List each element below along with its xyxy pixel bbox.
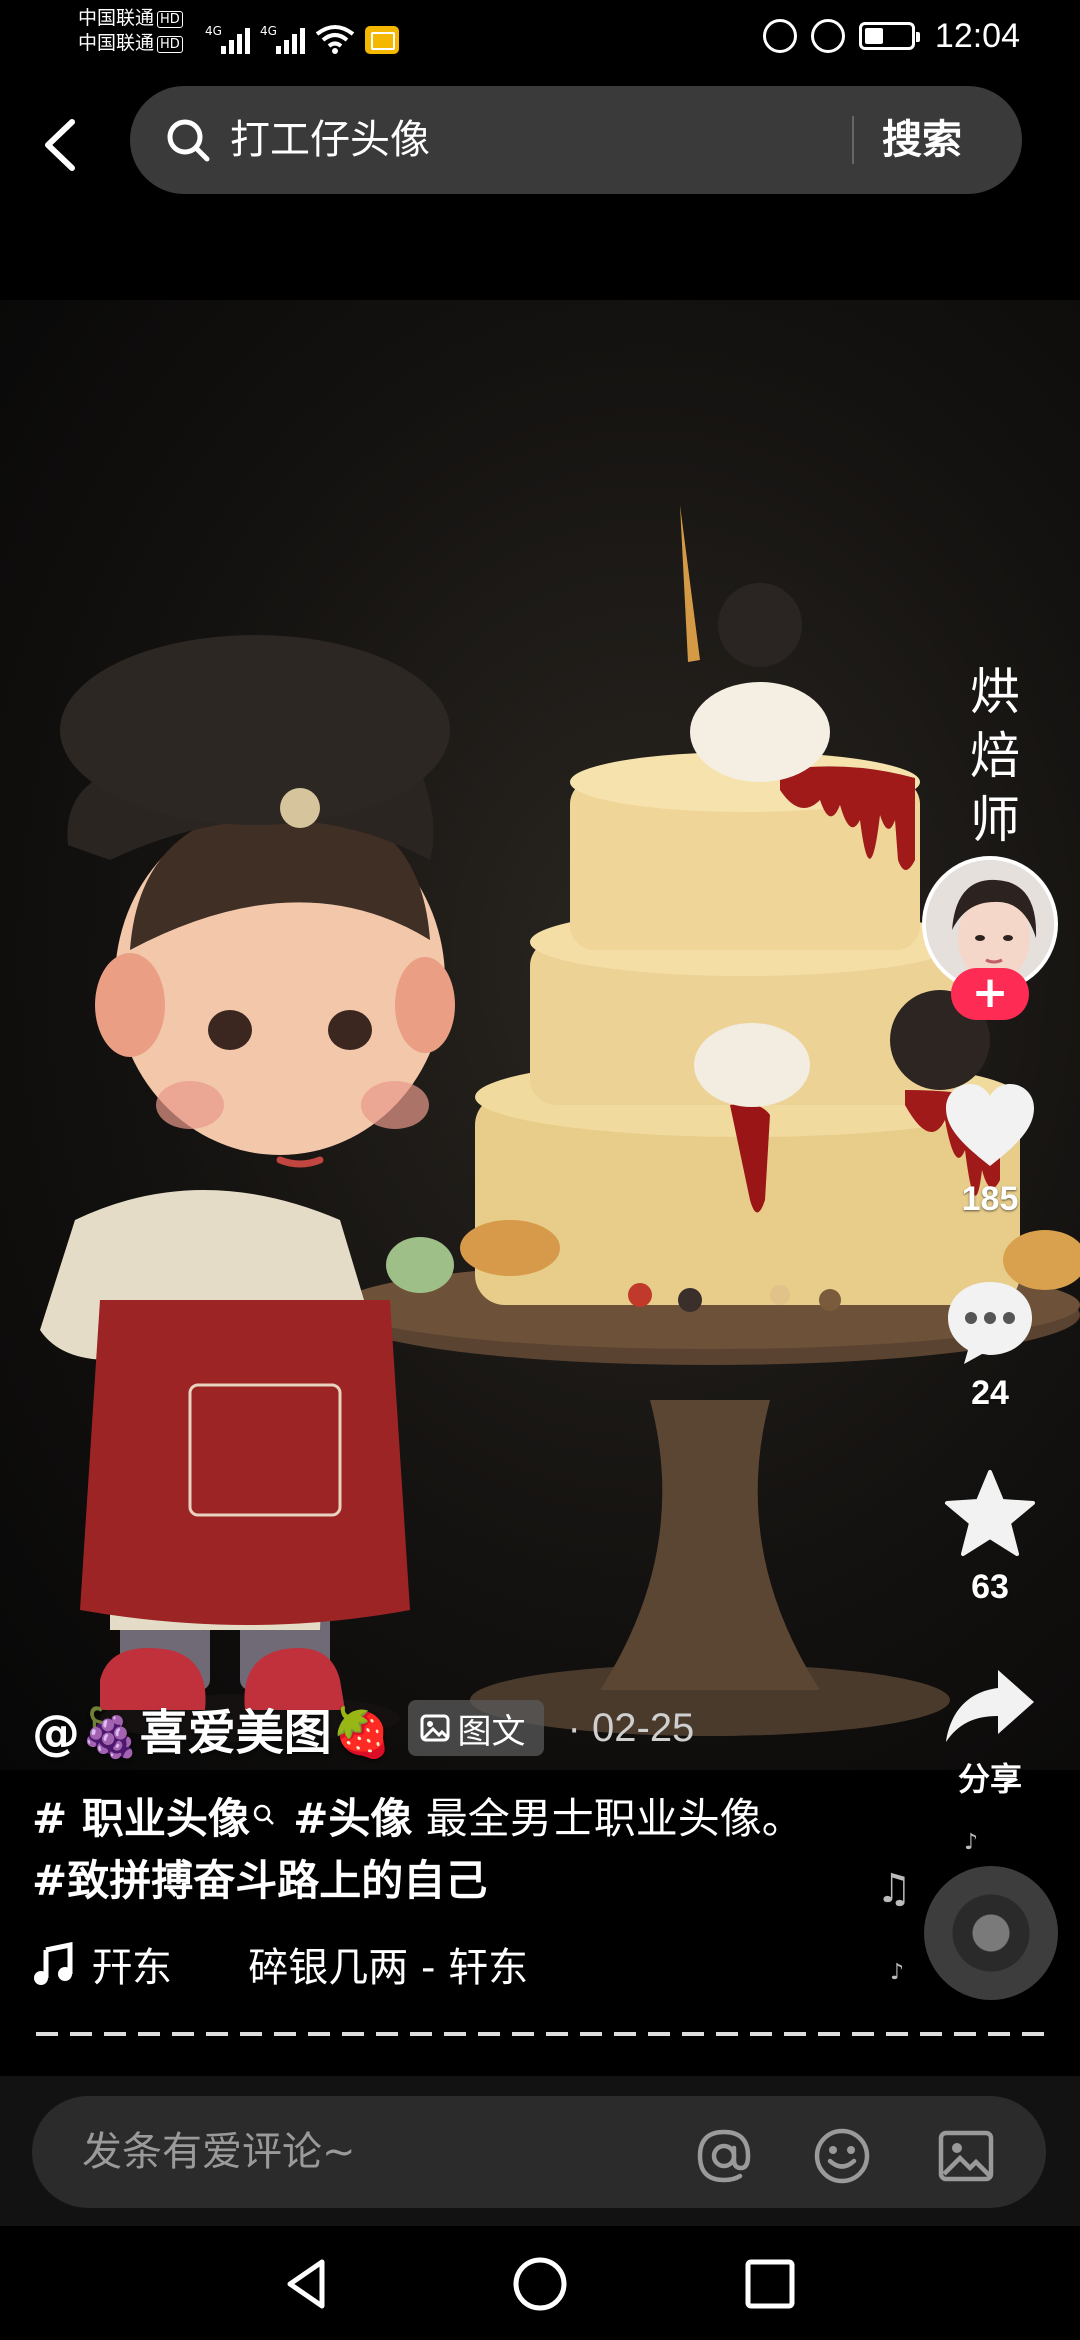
follow-button[interactable]: + — [951, 968, 1029, 1020]
alarm-icon — [810, 19, 845, 53]
image-icon — [420, 1714, 450, 1742]
back-button[interactable] — [30, 110, 90, 180]
image-icon[interactable] — [936, 2126, 996, 2186]
image-progress-indicator — [36, 2032, 1044, 2036]
post-type-badge: 图文 — [407, 1700, 544, 1756]
comment-placeholder: 发条有爱评论~ — [82, 2129, 356, 2175]
share-icon — [946, 1670, 1034, 1742]
favorite-button[interactable]: 63 — [930, 1468, 1050, 1607]
post-type-label: 图文 — [457, 1711, 526, 1752]
music-title: 幵东 碎银几两 - 轩东 — [92, 1945, 529, 1991]
share-button[interactable]: 分享 — [930, 1666, 1050, 1800]
music-note-icon: ♪ — [890, 1960, 905, 1985]
post-image[interactable]: 烘焙师 — [0, 300, 1080, 1770]
mail-notification-icon — [365, 26, 399, 54]
music-disc[interactable] — [924, 1866, 1058, 2000]
search-button[interactable]: 搜索 — [882, 112, 962, 168]
carrier-name-2: 中国联通 — [78, 32, 155, 54]
search-icon — [253, 1804, 274, 1825]
comment-bar: 发条有爱评论~ — [0, 2076, 1080, 2226]
music-note-icon: ♫ — [876, 1866, 912, 1912]
author-name[interactable]: @🍇喜爱美图🍓 — [32, 1693, 392, 1763]
music-line[interactable]: 幵东 碎银几两 - 轩东 — [32, 1934, 592, 1994]
back-arrow-icon — [45, 119, 75, 171]
share-label: 分享 — [957, 1760, 1022, 1798]
date-value: 02-25 — [592, 1705, 695, 1750]
signal-strength-icon: 4G — [205, 24, 250, 54]
carrier-info: 中国联通 HD 中国联通 HD — [78, 6, 183, 56]
star-icon — [945, 1470, 1035, 1556]
caption-text: 最全男士职业头像。 — [425, 1794, 804, 1843]
system-nav-bar — [0, 2226, 1080, 2340]
data-saver-icon — [762, 19, 797, 53]
status-right: 12:04 — [762, 14, 1020, 58]
music-note-icon: ♪ — [964, 1830, 979, 1855]
hashtag[interactable]: # 职业头像 — [32, 1794, 250, 1843]
comment-button[interactable]: 24 — [930, 1276, 1050, 1413]
chef-boy-cake-illustration — [40, 505, 1080, 1742]
comment-count: 24 — [971, 1374, 1009, 1412]
nav-recents-icon[interactable] — [740, 2254, 800, 2314]
comment-icon — [948, 1282, 1032, 1364]
signal-icons: 4G 4G — [205, 14, 399, 54]
music-note-icon — [34, 1942, 73, 1985]
wifi-icon — [315, 25, 355, 54]
signal-strength-icon: 4G — [260, 24, 305, 54]
hd-badge: HD — [157, 36, 183, 53]
battery-icon — [858, 22, 920, 50]
comment-input[interactable]: 发条有爱评论~ — [32, 2096, 1046, 2208]
carrier-name-1: 中国联通 — [78, 7, 155, 29]
hd-badge: HD — [157, 11, 183, 28]
clock: 12:04 — [934, 16, 1020, 55]
image-caption-vertical: 烘焙师 — [970, 663, 1020, 849]
post-caption: # 职业头像 #头像 最全男士职业头像。 #致拼搏奋斗路上的自己 — [32, 1788, 812, 1912]
favorite-count: 63 — [971, 1568, 1009, 1606]
network-type: 4G — [260, 24, 277, 38]
author-line: @🍇喜爱美图🍓 图文 · 02-25 — [32, 1693, 695, 1763]
hashtag[interactable]: #致拼搏奋斗路上的自己 — [32, 1856, 487, 1905]
status-bar: 中国联通 HD 中国联通 HD 4G 4G 12:04 — [0, 0, 1080, 72]
date-separator: · — [567, 1705, 581, 1750]
emoji-icon[interactable] — [812, 2126, 872, 2186]
network-type: 4G — [205, 24, 222, 38]
like-button[interactable]: 185 — [930, 1082, 1050, 1219]
nav-back-icon[interactable] — [278, 2254, 338, 2314]
nav-home-icon[interactable] — [510, 2254, 570, 2314]
post-date: · 02-25 — [568, 1706, 695, 1751]
heart-icon — [946, 1084, 1034, 1166]
hashtag[interactable]: #头像 — [293, 1794, 412, 1843]
search-divider — [852, 116, 854, 164]
search-icon — [167, 119, 210, 162]
search-input[interactable]: 打工仔头像 — [230, 114, 430, 166]
like-count: 185 — [961, 1180, 1019, 1218]
at-icon[interactable] — [694, 2126, 754, 2186]
search-box[interactable]: 打工仔头像 搜索 — [130, 86, 1022, 194]
